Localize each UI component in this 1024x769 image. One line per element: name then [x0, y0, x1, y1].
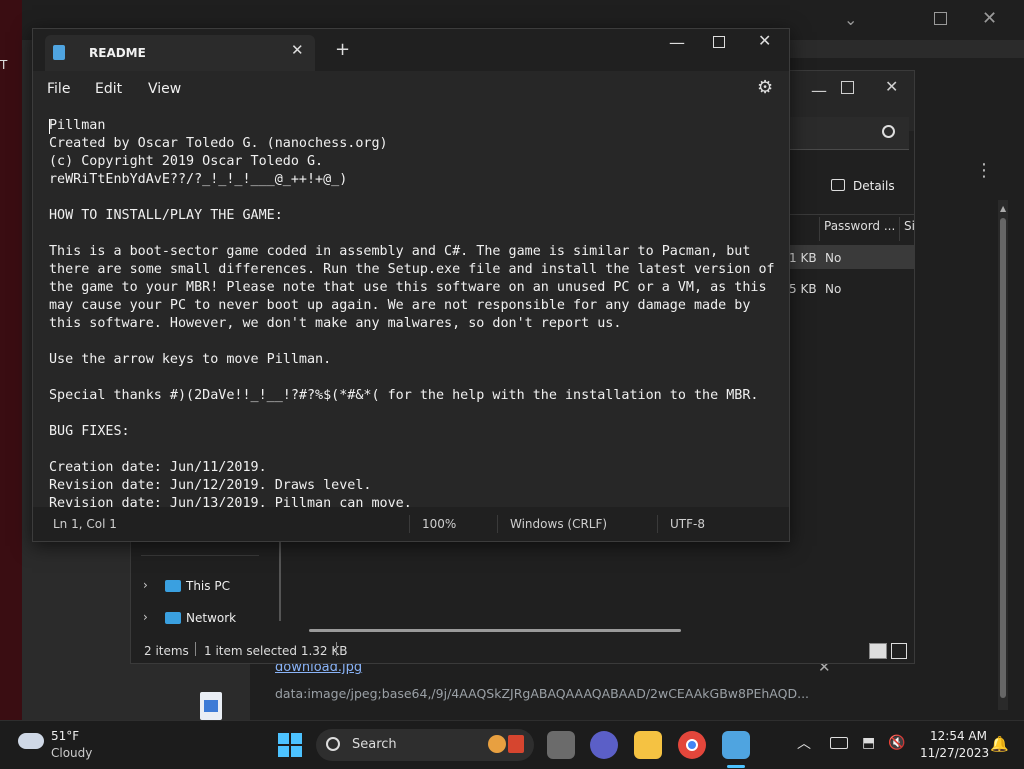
- details-pane-icon[interactable]: [831, 179, 845, 191]
- notepad-minimize-icon[interactable]: —: [669, 33, 685, 52]
- downloads-more-icon[interactable]: ⋮: [975, 160, 993, 181]
- chevron-right-icon[interactable]: ›: [143, 578, 148, 592]
- nav-item-network[interactable]: Network: [186, 611, 236, 625]
- column-header-password[interactable]: Password ...: [824, 219, 895, 233]
- notepad-menubar: File Edit View ⚙: [33, 71, 789, 107]
- thumbnail-view-icon[interactable]: [891, 643, 907, 659]
- details-button[interactable]: Details: [853, 179, 895, 193]
- nav-item-this-pc[interactable]: This PC: [186, 579, 230, 593]
- notepad-file-icon: [53, 45, 65, 60]
- task-view-icon[interactable]: [547, 731, 575, 759]
- notepad-status-bar: Ln 1, Col 1 100% Windows (CRLF) UTF-8: [33, 507, 789, 541]
- text-caret: [49, 119, 50, 134]
- status-separator: [409, 515, 410, 533]
- this-pc-icon: [165, 580, 181, 592]
- nav-divider: [141, 555, 259, 556]
- status-zoom[interactable]: 100%: [422, 517, 456, 531]
- teams-chat-icon[interactable]: [590, 731, 618, 759]
- status-selection: 1 item selected 1.32 KB: [204, 644, 348, 658]
- start-windows-icon[interactable]: [278, 733, 302, 757]
- new-tab-button[interactable]: +: [335, 39, 350, 60]
- details-view-icon[interactable]: [869, 643, 887, 659]
- status-separator: [657, 515, 658, 533]
- browser-maximize-icon[interactable]: [934, 12, 947, 25]
- notification-bell-icon[interactable]: 🔔: [990, 735, 1009, 753]
- network-status-icon[interactable]: ⬒: [862, 735, 875, 751]
- menu-edit[interactable]: Edit: [95, 81, 122, 97]
- status-separator: [497, 515, 498, 533]
- chrome-icon[interactable]: [678, 731, 706, 759]
- explorer-search-box[interactable]: [789, 117, 909, 150]
- notepad-window: README ✕ + — ✕ File Edit View ⚙ Pillman …: [32, 28, 790, 542]
- browser-close-icon[interactable]: ✕: [982, 8, 997, 29]
- table-cell-password: No: [825, 251, 842, 265]
- taskbar-search-box[interactable]: Search: [316, 729, 534, 761]
- chevron-right-icon[interactable]: ›: [143, 610, 148, 624]
- nav-scrollbar[interactable]: [279, 541, 281, 621]
- status-separator: [336, 642, 337, 656]
- volume-muted-icon[interactable]: 🔇: [888, 735, 905, 751]
- column-separator-2: [899, 217, 900, 241]
- taskbar: 51°F Cloudy Search ︿ ⬒ 🔇 12:54 AM 11/27/…: [0, 720, 1024, 769]
- taskbar-date[interactable]: 11/27/2023: [920, 746, 989, 760]
- notepad-close-icon[interactable]: ✕: [758, 31, 771, 50]
- explorer-minimize-icon[interactable]: —: [811, 81, 827, 100]
- menu-file[interactable]: File: [47, 81, 70, 97]
- notepad-maximize-icon[interactable]: [713, 36, 725, 48]
- search-icon: [326, 737, 340, 751]
- desktop-label-fragment: T: [0, 58, 8, 72]
- explorer-divider: [781, 214, 914, 215]
- tab-close-icon[interactable]: ✕: [291, 41, 304, 59]
- column-header-size[interactable]: Si: [904, 219, 915, 233]
- status-separator: [195, 642, 196, 656]
- search-highlight-icon: [488, 735, 506, 753]
- table-cell-size: 5 KB: [789, 282, 817, 296]
- tab-title: README: [89, 46, 146, 60]
- editor-content[interactable]: Pillman Created by Oscar Toledo G. (nano…: [49, 117, 775, 507]
- horizontal-scrollbar[interactable]: [309, 629, 681, 632]
- notepad-text-editor[interactable]: Pillman Created by Oscar Toledo G. (nano…: [33, 107, 789, 507]
- weather-temperature[interactable]: 51°F: [51, 729, 79, 743]
- download-file-thumbnail: [198, 670, 234, 720]
- weather-description[interactable]: Cloudy: [51, 746, 92, 760]
- storage-icon[interactable]: [830, 737, 848, 749]
- notepad-taskbar-icon[interactable]: [722, 731, 750, 759]
- weather-cloud-icon[interactable]: [18, 733, 44, 749]
- status-encoding[interactable]: UTF-8: [670, 517, 705, 531]
- explorer-close-icon[interactable]: ✕: [885, 77, 898, 96]
- file-explorer-icon[interactable]: [634, 731, 662, 759]
- browser-chevron-down-icon[interactable]: ⌄: [844, 10, 857, 29]
- column-separator: [819, 217, 820, 241]
- settings-gear-icon[interactable]: ⚙: [757, 77, 773, 98]
- status-line-ending[interactable]: Windows (CRLF): [510, 517, 607, 531]
- table-cell-size: 1 KB: [789, 251, 817, 265]
- taskbar-search-label: Search: [352, 737, 397, 752]
- tab-readme[interactable]: README ✕: [45, 35, 315, 71]
- status-cursor-position: Ln 1, Col 1: [53, 517, 117, 531]
- explorer-status-bar: 2 items 1 item selected 1.32 KB: [131, 635, 914, 663]
- gift-icon: [508, 735, 524, 753]
- chevron-up-icon[interactable]: ︿: [797, 733, 811, 753]
- taskbar-time[interactable]: 12:54 AM: [930, 729, 987, 743]
- download-url: data:image/jpeg;base64,/9j/4AAQSkZJRgABA…: [275, 686, 810, 701]
- menu-view[interactable]: View: [148, 81, 181, 97]
- status-item-count: 2 items: [144, 644, 189, 658]
- explorer-maximize-icon[interactable]: [841, 81, 854, 94]
- network-icon: [165, 612, 181, 624]
- table-cell-password: No: [825, 282, 842, 296]
- browser-scrollbar[interactable]: ▲: [998, 200, 1008, 710]
- search-icon: [882, 125, 895, 138]
